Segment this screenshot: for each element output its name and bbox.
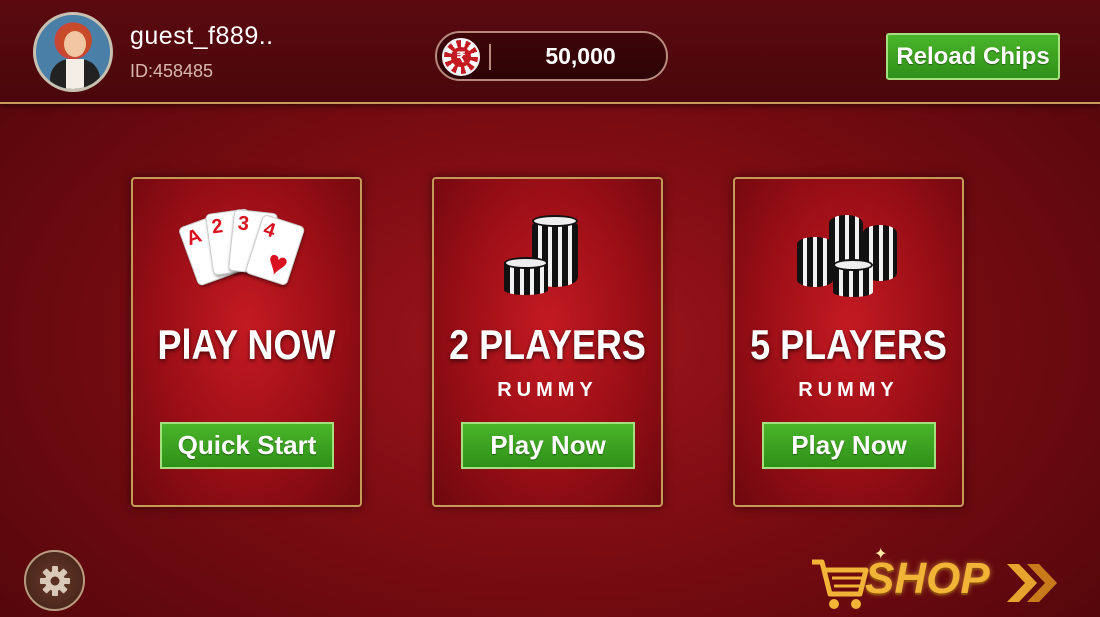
avatar[interactable] — [33, 12, 113, 92]
card-subtitle: RUMMY — [798, 379, 899, 401]
reload-chips-button[interactable]: Reload Chips — [886, 33, 1060, 80]
sparkle-icon: ✦ — [874, 546, 888, 563]
top-bar: guest_f889.. ID:458485 ₹ 50,000 Reload C… — [0, 0, 1100, 104]
card-title: PlAY NOW — [157, 320, 336, 368]
card-title: 2 PLAYERS — [449, 320, 646, 368]
five-players-card[interactable]: 5 PLAYERS RUMMY Play Now — [733, 177, 964, 507]
double-chevron-icon — [1007, 564, 1057, 602]
gear-icon — [40, 566, 70, 596]
currency-symbol: ₹ — [451, 47, 471, 67]
play-now-button[interactable]: Play Now — [461, 422, 635, 469]
card-subtitle: RUMMY — [497, 379, 598, 401]
chip-stack-icon — [502, 215, 602, 305]
settings-button[interactable] — [24, 550, 85, 611]
user-id: ID:458485 — [130, 61, 214, 81]
play-now-button[interactable]: Play Now — [762, 422, 936, 469]
cart-icon — [812, 559, 869, 609]
chip-balance-value: 50,000 — [545, 43, 616, 69]
chip-balance: ₹ 50,000 — [435, 31, 668, 81]
rupee-chip-icon: ₹ — [442, 38, 480, 76]
username: guest_f889.. — [130, 22, 274, 50]
playing-cards-icon: A 2 3 4 ♥ — [177, 208, 313, 289]
chip-stacks-icon — [793, 215, 913, 305]
quick-start-button[interactable]: Quick Start — [160, 422, 334, 469]
shop-button[interactable]: SHOP ✦ — [810, 546, 1070, 612]
play-now-card[interactable]: A 2 3 4 ♥ PlAY NOW Quick Start — [131, 177, 362, 507]
two-players-card[interactable]: 2 PLAYERS RUMMY Play Now — [432, 177, 663, 507]
card-title: 5 PLAYERS — [750, 320, 947, 368]
divider — [489, 44, 491, 70]
